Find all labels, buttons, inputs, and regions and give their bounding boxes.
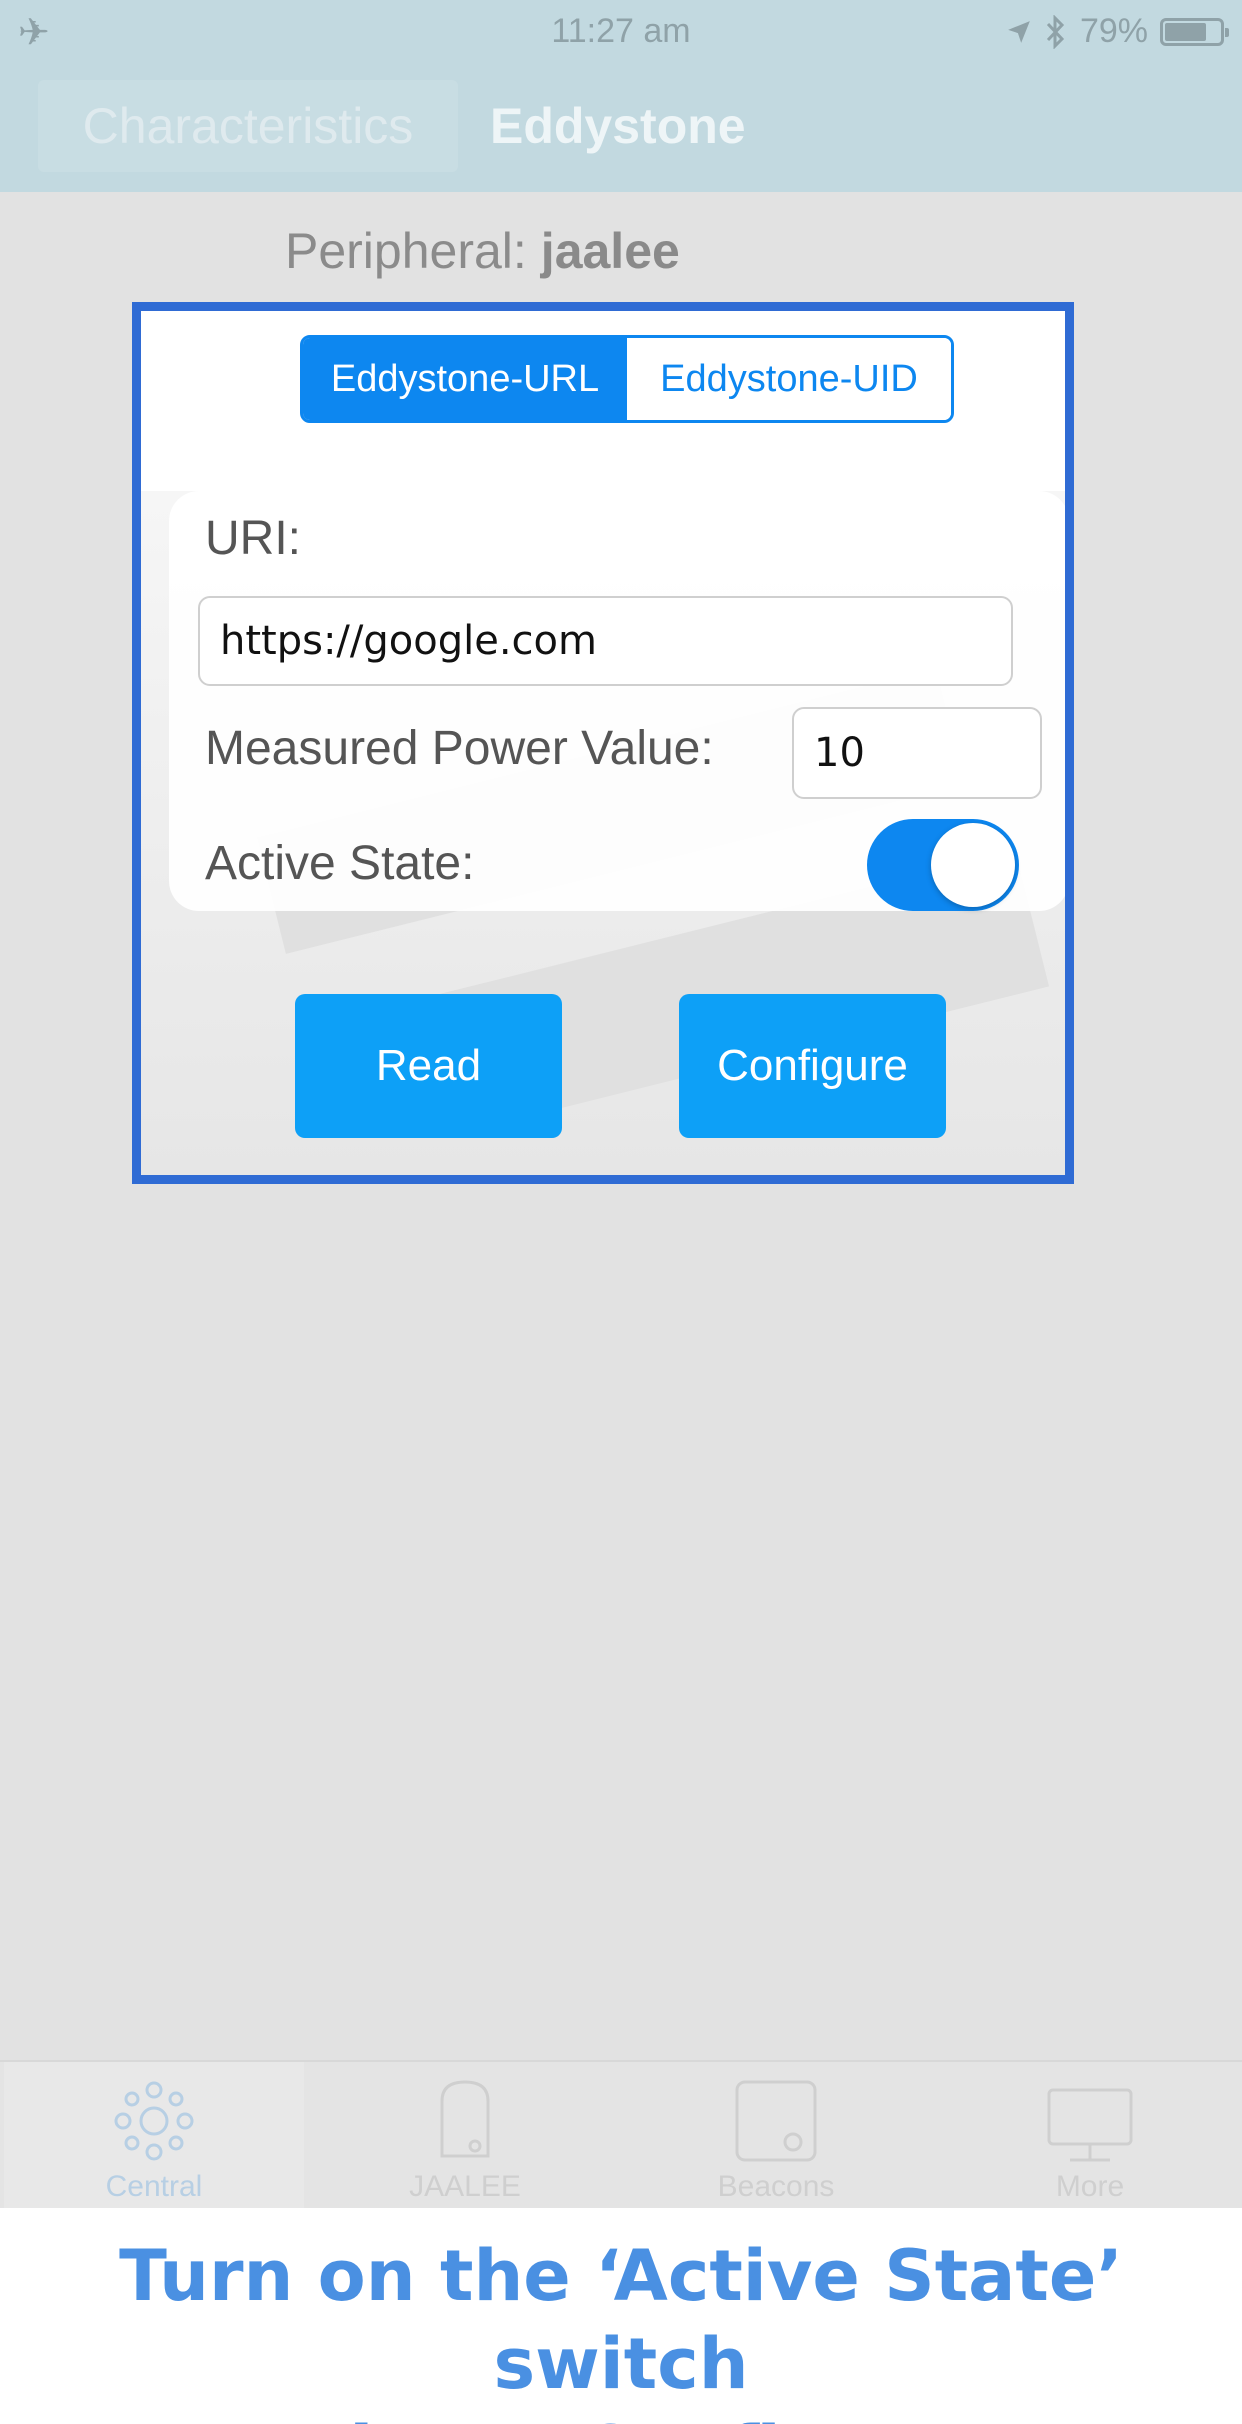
instruction-caption: Turn on the ‘Active State’ switch and ta… [0, 2208, 1242, 2424]
configure-button[interactable]: Configure [679, 994, 946, 1138]
battery-icon [1160, 17, 1229, 46]
caption-line-2: and tap ‘Configure’. [0, 2408, 1242, 2424]
peripheral-label: Peripheral: [285, 223, 527, 279]
active-state-label: Active State: [205, 837, 475, 890]
battery-fill [1165, 22, 1207, 41]
tab-item-beacons[interactable]: Beacons [626, 2062, 926, 2210]
segment-eddystone-url[interactable]: Eddystone-URL [303, 338, 627, 420]
active-state-switch[interactable] [867, 819, 1019, 911]
more-icon [1047, 2088, 1133, 2162]
read-button[interactable]: Read [295, 994, 562, 1138]
peripheral-line: Peripheral: jaalee [285, 222, 680, 280]
bluetooth-icon [1046, 14, 1065, 49]
tab-eddystone[interactable]: Eddystone [490, 80, 746, 172]
battery-percent: 79% [1079, 12, 1148, 50]
eddystone-type-segmented-control: Eddystone-URL Eddystone-UID [300, 335, 954, 423]
status-right: 79% [1006, 12, 1229, 51]
jaalee-icon [440, 2080, 490, 2158]
tab-characteristics[interactable]: Characteristics [38, 80, 458, 172]
caption-line-1: Turn on the ‘Active State’ switch [119, 2235, 1123, 2405]
switch-knob [931, 823, 1015, 907]
peripheral-name: jaalee [540, 223, 680, 279]
beacons-icon [735, 2080, 817, 2162]
central-icon [114, 2081, 194, 2161]
uri-input[interactable]: https://google.com [198, 596, 1013, 686]
location-arrow-icon [1008, 20, 1030, 43]
measured-power-input[interactable]: 10 [792, 707, 1042, 799]
nav-bar: Characteristics Eddystone [0, 62, 1242, 192]
tab-item-more[interactable]: More [940, 2062, 1240, 2210]
eddystone-config-card: Eddystone-URL Eddystone-UID URI: Measure… [132, 302, 1074, 1184]
measured-power-label: Measured Power Value: [205, 722, 714, 775]
tab-item-central[interactable]: Central [4, 2062, 304, 2210]
tab-label-jaalee: JAALEE [409, 2170, 521, 2203]
status-bar: ✈ 11:27 am 79% [0, 0, 1242, 62]
tab-item-jaalee[interactable]: JAALEE [315, 2062, 615, 2210]
tab-label-central: Central [105, 2170, 203, 2203]
segment-eddystone-uid[interactable]: Eddystone-UID [627, 338, 951, 420]
uri-label: URI: [205, 512, 301, 565]
tab-bar: Central JAALEE Beacons More [0, 2060, 1242, 2210]
tab-label-beacons: Beacons [717, 2170, 835, 2203]
tab-label-more: More [1055, 2170, 1125, 2203]
